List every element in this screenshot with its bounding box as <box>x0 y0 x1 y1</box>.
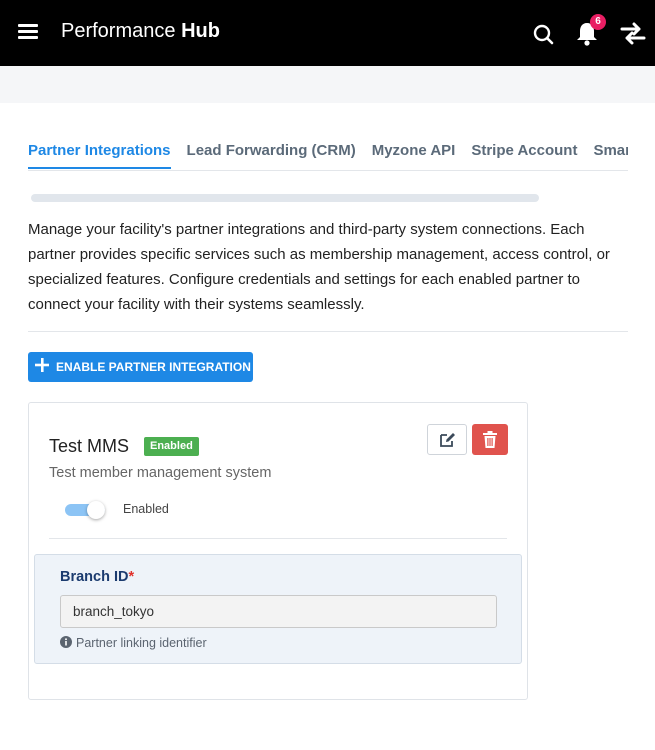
partner-description: Test member management system <box>49 465 272 481</box>
app-brand: Performance Hub <box>61 20 220 43</box>
section-divider <box>28 331 628 332</box>
info-icon <box>60 636 72 648</box>
branch-id-help-text: Partner linking identifier <box>76 636 207 650</box>
swap-arrows-icon[interactable] <box>619 18 647 48</box>
tab-myzone-api[interactable]: Myzone API <box>372 138 456 167</box>
card-divider <box>49 538 507 539</box>
tab-partner-integrations[interactable]: Partner Integrations <box>28 138 171 169</box>
toggle-label: Enabled <box>123 502 169 516</box>
search-icon[interactable] <box>530 18 558 48</box>
plus-icon <box>35 358 49 372</box>
toggle-knob <box>87 501 105 519</box>
enable-partner-integration-button[interactable]: ENABLE PARTNER INTEGRATION <box>28 352 253 382</box>
enabled-toggle[interactable] <box>65 501 105 519</box>
top-navigation-bar: Performance Hub 6 <box>0 0 655 66</box>
settings-tabs: Partner Integrations Lead Forwarding (CRM… <box>28 138 628 171</box>
tab-smart[interactable]: Smart <box>593 138 628 167</box>
trash-icon <box>483 431 497 448</box>
brand-bold: Hub <box>181 20 220 42</box>
page-description: Manage your facility's partner integrati… <box>28 221 610 313</box>
status-badge: Enabled <box>144 437 199 456</box>
tab-lead-forwarding[interactable]: Lead Forwarding (CRM) <box>187 138 356 167</box>
partner-name: Test MMS <box>49 436 130 456</box>
tab-stripe-account[interactable]: Stripe Account <box>471 138 577 167</box>
branch-id-input[interactable]: branch_tokyo <box>60 595 497 628</box>
hamburger-menu-icon[interactable] <box>18 24 38 40</box>
edit-icon <box>440 433 455 447</box>
delete-button[interactable] <box>472 424 508 455</box>
partner-card: Test MMS Enabled Test member management … <box>28 402 528 700</box>
enable-button-label: ENABLE PARTNER INTEGRATION <box>56 360 251 374</box>
branch-id-label: Branch ID* <box>60 569 134 585</box>
subheader-band <box>0 66 655 103</box>
edit-button[interactable] <box>427 424 467 455</box>
branch-id-field-group: Branch ID* branch_tokyo Partner linking … <box>34 554 522 664</box>
brand-light: Performance <box>61 20 176 42</box>
notification-count-badge: 6 <box>590 14 606 30</box>
branch-id-help: Partner linking identifier <box>60 636 207 650</box>
branch-id-label-text: Branch ID <box>60 569 129 585</box>
required-asterisk: * <box>128 569 135 585</box>
tabs-scrollbar[interactable] <box>31 194 539 202</box>
